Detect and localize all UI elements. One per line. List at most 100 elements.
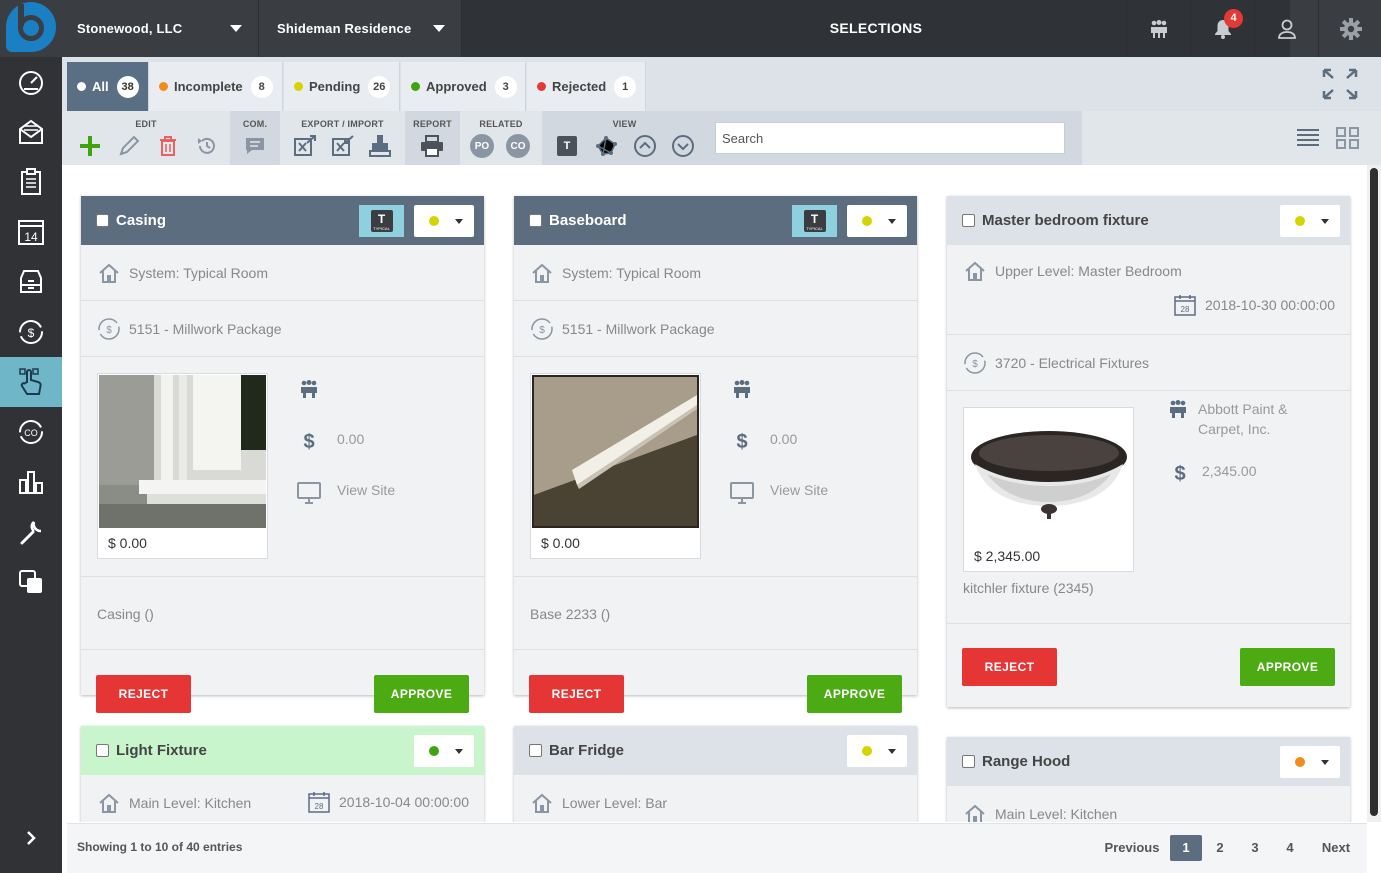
fullscreen-button[interactable]	[1320, 66, 1360, 102]
related-po-button[interactable]: PO	[469, 133, 495, 159]
status-dropdown[interactable]	[847, 205, 907, 237]
related-co-button[interactable]: CO	[505, 133, 531, 159]
scrollbar[interactable]	[1367, 165, 1381, 822]
delete-button[interactable]	[155, 133, 181, 159]
comment-button[interactable]	[242, 133, 268, 159]
sidebar-item-messages[interactable]	[0, 107, 62, 157]
dollar-cycle-icon: $	[97, 317, 121, 341]
dollar-icon: $	[1174, 463, 1186, 485]
view-site-link[interactable]: View Site	[297, 482, 395, 504]
product-image-box[interactable]: $ 2,345.00	[963, 407, 1134, 572]
sidebar-item-change-orders[interactable]: CO	[0, 407, 62, 457]
network-view-button[interactable]	[593, 133, 619, 159]
user-icon	[1277, 19, 1296, 39]
sidebar-expand-button[interactable]	[0, 813, 62, 863]
status-dropdown[interactable]	[1280, 746, 1340, 778]
product-image-box[interactable]: $ 0.00	[97, 373, 268, 559]
card-checkbox[interactable]	[529, 744, 542, 757]
sidebar-item-budget[interactable]: $	[0, 307, 62, 357]
sidebar-item-tasks[interactable]	[0, 157, 62, 207]
user-button[interactable]	[1254, 0, 1318, 57]
search-input[interactable]	[715, 122, 1065, 154]
import-button[interactable]	[367, 133, 393, 159]
tab-pending[interactable]: Pending 26	[284, 62, 400, 111]
card-title: Light Fixture	[116, 742, 207, 759]
move-up-button[interactable]	[632, 133, 658, 159]
speedometer-icon	[19, 71, 43, 95]
app-logo[interactable]	[0, 0, 62, 57]
sidebar-item-tools[interactable]	[0, 507, 62, 557]
list-view-button[interactable]	[1295, 125, 1321, 151]
location-row: Main Level: Kitchen	[947, 786, 1350, 822]
tab-incomplete[interactable]: Incomplete 8	[149, 62, 283, 111]
product-price: $ 0.00	[541, 535, 580, 551]
svg-text:$: $	[539, 325, 545, 336]
tab-count-badge: 3	[494, 75, 517, 98]
svg-text:$: $	[106, 325, 112, 336]
status-dropdown[interactable]	[1280, 205, 1340, 237]
import-excel-button[interactable]	[330, 133, 356, 159]
tab-rejected[interactable]: Rejected 1	[527, 62, 646, 111]
view-site-label: View Site	[337, 482, 396, 498]
page-button-3[interactable]: 3	[1239, 835, 1271, 861]
status-dot	[537, 82, 546, 91]
next-page-button[interactable]: Next	[1312, 835, 1360, 861]
typical-badge[interactable]: T TYPICAL	[792, 205, 837, 237]
reject-button[interactable]: REJECT	[529, 675, 624, 713]
monitor-icon	[297, 482, 321, 504]
print-button[interactable]	[419, 133, 445, 159]
status-dropdown[interactable]	[414, 205, 474, 237]
product-image-box[interactable]: $ 0.00	[530, 373, 701, 559]
tab-approved[interactable]: Approved 3	[401, 62, 526, 111]
typical-badge[interactable]: T TYPICAL	[359, 205, 404, 237]
page-button-1[interactable]: 1	[1170, 835, 1202, 861]
notifications-button[interactable]	[1190, 0, 1254, 57]
approve-button[interactable]: APPROVE	[374, 675, 469, 713]
card-header: Bar Fridge	[514, 726, 917, 775]
export-excel-button[interactable]	[292, 133, 318, 159]
add-button[interactable]	[77, 133, 103, 159]
typical-icon: T	[557, 136, 577, 156]
settings-button[interactable]	[1318, 0, 1381, 57]
card-body: $ 0.00 $0.00 View Site	[81, 357, 484, 577]
scrollbar-thumb[interactable]	[1370, 168, 1378, 816]
edit-button[interactable]	[116, 133, 142, 159]
status-dropdown[interactable]	[847, 735, 907, 767]
card-checkbox[interactable]	[962, 755, 975, 768]
sidebar-item-files[interactable]	[0, 257, 62, 307]
sidebar: 14 $ CO	[0, 57, 62, 873]
company-selector[interactable]: Stonewood, LLC	[62, 0, 259, 57]
selection-description: Base 2233 ()	[514, 577, 917, 650]
undo-button[interactable]	[194, 133, 220, 159]
approve-button[interactable]: APPROVE	[807, 675, 902, 713]
caret-down-icon	[455, 749, 463, 754]
move-down-button[interactable]	[670, 133, 696, 159]
sidebar-item-copy[interactable]	[0, 557, 62, 607]
grid-view-button[interactable]	[1335, 125, 1361, 151]
card-checkbox[interactable]	[962, 214, 975, 227]
page-button-2[interactable]: 2	[1204, 835, 1236, 861]
sidebar-item-selections[interactable]	[0, 357, 62, 407]
project-selector[interactable]: Shideman Residence	[260, 0, 462, 57]
view-site-link[interactable]: View Site	[730, 482, 828, 504]
approve-button[interactable]: APPROVE	[1240, 648, 1335, 686]
card-checkbox[interactable]	[529, 214, 542, 227]
tab-all[interactable]: All 38	[67, 62, 149, 111]
status-dot	[294, 82, 303, 91]
sidebar-item-reports[interactable]	[0, 457, 62, 507]
card-actions: REJECT APPROVE	[514, 650, 917, 722]
typical-view-button[interactable]: T	[554, 133, 580, 159]
previous-page-button[interactable]: Previous	[1097, 835, 1167, 861]
filing-cabinet-icon	[20, 270, 42, 293]
reject-button[interactable]: REJECT	[96, 675, 191, 713]
sidebar-item-dashboard[interactable]	[0, 57, 62, 107]
tab-label: All	[92, 79, 109, 94]
sidebar-item-calendar[interactable]: 14	[0, 207, 62, 257]
team-button[interactable]	[1126, 0, 1190, 57]
page-button-4[interactable]: 4	[1274, 835, 1306, 861]
group-label: EXPORT / IMPORT	[301, 119, 384, 129]
card-checkbox[interactable]	[96, 214, 109, 227]
status-dropdown[interactable]	[414, 735, 474, 767]
reject-button[interactable]: REJECT	[962, 648, 1057, 686]
card-checkbox[interactable]	[96, 744, 109, 757]
